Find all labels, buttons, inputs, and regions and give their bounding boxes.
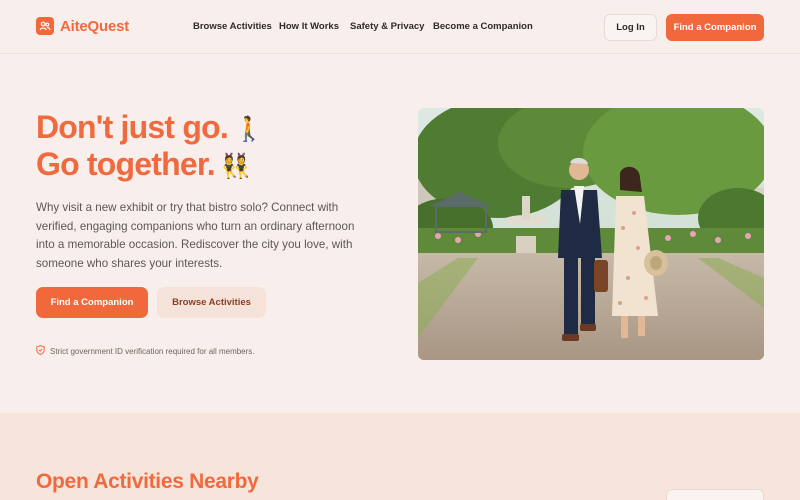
site-header: AiteQuest Browse Activities How It Works…: [0, 0, 800, 54]
nav-how-it-works[interactable]: How It Works: [279, 21, 339, 32]
login-button[interactable]: Log In: [604, 14, 657, 41]
brand-logo[interactable]: AiteQuest: [36, 17, 129, 35]
hero-title-line-1: Don't just go. 🚶: [36, 109, 264, 147]
browse-activities-button[interactable]: Browse Activities: [157, 287, 266, 318]
hero-title-text-2: Go together.: [36, 146, 216, 183]
people-icon: [36, 17, 54, 35]
hero-title: Don't just go. 🚶 Go together. 👯: [36, 109, 264, 184]
activities-filter-control[interactable]: [666, 489, 764, 500]
nav-browse-activities[interactable]: Browse Activities: [193, 21, 272, 32]
verification-note: Strict government ID verification requir…: [36, 345, 255, 357]
brand-name: AiteQuest: [60, 17, 130, 35]
shield-check-icon: [36, 345, 45, 357]
hero-image: [418, 108, 764, 360]
find-companion-button[interactable]: Find a Companion: [36, 287, 148, 318]
dancing-people-icon: 👯: [220, 153, 251, 181]
hero-title-line-2: Go together. 👯: [36, 147, 263, 184]
nav-safety-privacy[interactable]: Safety & Privacy: [350, 21, 424, 32]
park-couple-photo: [418, 108, 764, 360]
nav-become-companion[interactable]: Become a Companion: [433, 21, 533, 32]
activities-title: Open Activities Nearby: [36, 470, 259, 493]
verification-text: Strict government ID verification requir…: [50, 346, 255, 356]
hero-title-text-1: Don't just go.: [36, 109, 229, 145]
walking-person-icon: 🚶: [233, 116, 264, 144]
find-companion-header-button[interactable]: Find a Companion: [666, 14, 764, 41]
hero-description: Why visit a new exhibit or try that bist…: [36, 201, 355, 270]
